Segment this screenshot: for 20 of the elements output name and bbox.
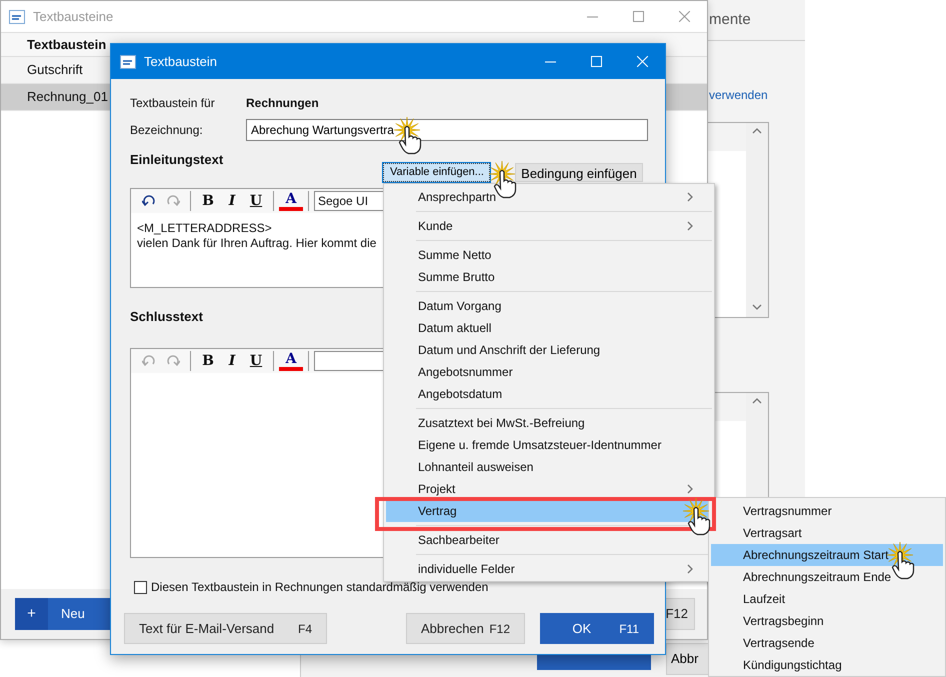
field-label: Bezeichnung:	[130, 122, 204, 139]
underline-label: U	[248, 192, 264, 210]
editor-text: vielen Dank für Ihren Auftrag. Hier kommt die	[137, 236, 376, 251]
section-heading: Schlusstext	[130, 308, 203, 324]
field-label: Textbaustein für	[130, 95, 216, 112]
field-value: Rechnungen	[246, 95, 319, 112]
italic-label: I	[228, 192, 236, 210]
section-heading: Einleitungstext	[130, 151, 224, 167]
font-color-label: A	[279, 351, 303, 371]
editor-text: <M_LETTERADDRESS>	[137, 221, 272, 236]
window-title: Textbausteine	[33, 8, 114, 26]
font-color-label: A	[279, 191, 303, 211]
bold-label: B	[201, 352, 215, 370]
column-header: Textbaustein	[27, 36, 106, 54]
window-title: Textbaustein	[144, 52, 217, 71]
bold-label: B	[201, 192, 215, 210]
checkbox-label: Diesen Textbaustein in Rechnungen standardmäßig verwenden	[151, 579, 488, 596]
underline-label: U	[248, 352, 264, 370]
italic-label: I	[228, 352, 236, 370]
window-title: mente	[709, 10, 751, 30]
